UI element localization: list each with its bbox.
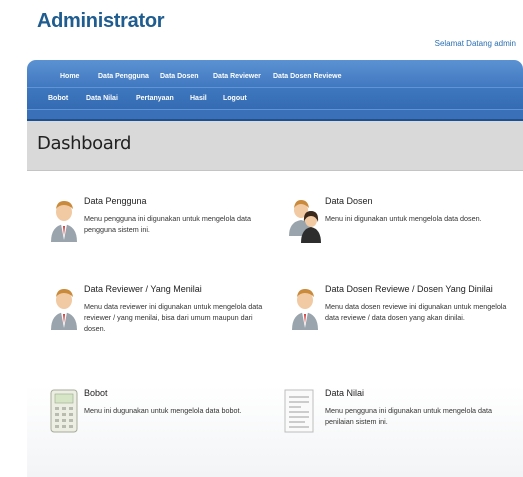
dashboard-header: Dashboard <box>27 121 523 171</box>
card-title: Bobot <box>84 388 108 398</box>
user-icon <box>51 201 77 242</box>
nav-home[interactable]: Home <box>60 73 79 80</box>
main-nav: Home Data Pengguna Data Dosen Data Revie… <box>27 60 523 121</box>
nav-row-1: Home Data Pengguna Data Dosen Data Revie… <box>27 65 523 87</box>
nav-pertanyaan[interactable]: Pertanyaan <box>136 95 174 102</box>
app-title: Administrator <box>37 10 165 32</box>
welcome-text: Selamat Datang admin <box>434 39 516 48</box>
nav-hasil[interactable]: Hasil <box>190 95 207 102</box>
card-title: Data Dosen Reviewe / Dosen Yang Dinilai <box>325 284 493 294</box>
nav-data-pengguna[interactable]: Data Pengguna <box>98 73 149 80</box>
card-description: Menu data dosen reviewe ini digunakan un… <box>325 302 507 322</box>
document-icon <box>284 389 314 433</box>
nav-row-3 <box>27 109 523 119</box>
user-icon <box>292 289 318 330</box>
nav-row-2: Bobot Data Nilai Pertanyaan Hasil Logout <box>27 87 523 109</box>
nav-data-dosen[interactable]: Data Dosen <box>160 73 199 80</box>
card-description: Menu pengguna ini digunakan untuk mengel… <box>325 406 493 426</box>
dashboard-content: Data Pengguna Menu pengguna ini digunaka… <box>27 172 523 477</box>
card-description: Menu ini digunakan untuk mengelola data … <box>325 214 482 223</box>
nav-data-reviewer[interactable]: Data Reviewer <box>213 73 261 80</box>
user-icon <box>51 289 77 330</box>
card-title: Data Dosen <box>325 196 373 206</box>
card-description: Menu data reviewer ini digunakan untuk m… <box>84 302 263 333</box>
users-icon <box>289 200 321 243</box>
calculator-icon <box>50 389 78 433</box>
nav-bobot[interactable]: Bobot <box>48 95 68 102</box>
page-title: Dashboard <box>37 133 132 154</box>
card-title: Data Nilai <box>325 388 365 398</box>
card-title: Data Reviewer / Yang Menilai <box>84 284 202 294</box>
nav-logout[interactable]: Logout <box>223 95 247 102</box>
card-title: Data Pengguna <box>84 196 147 206</box>
nav-data-nilai[interactable]: Data Nilai <box>86 95 118 102</box>
card-description: Menu ini dugunakan untuk mengelola data … <box>84 406 242 415</box>
nav-data-dosen-reviewe[interactable]: Data Dosen Reviewe <box>273 73 341 80</box>
card-description: Menu pengguna ini digunakan untuk mengel… <box>84 214 252 234</box>
